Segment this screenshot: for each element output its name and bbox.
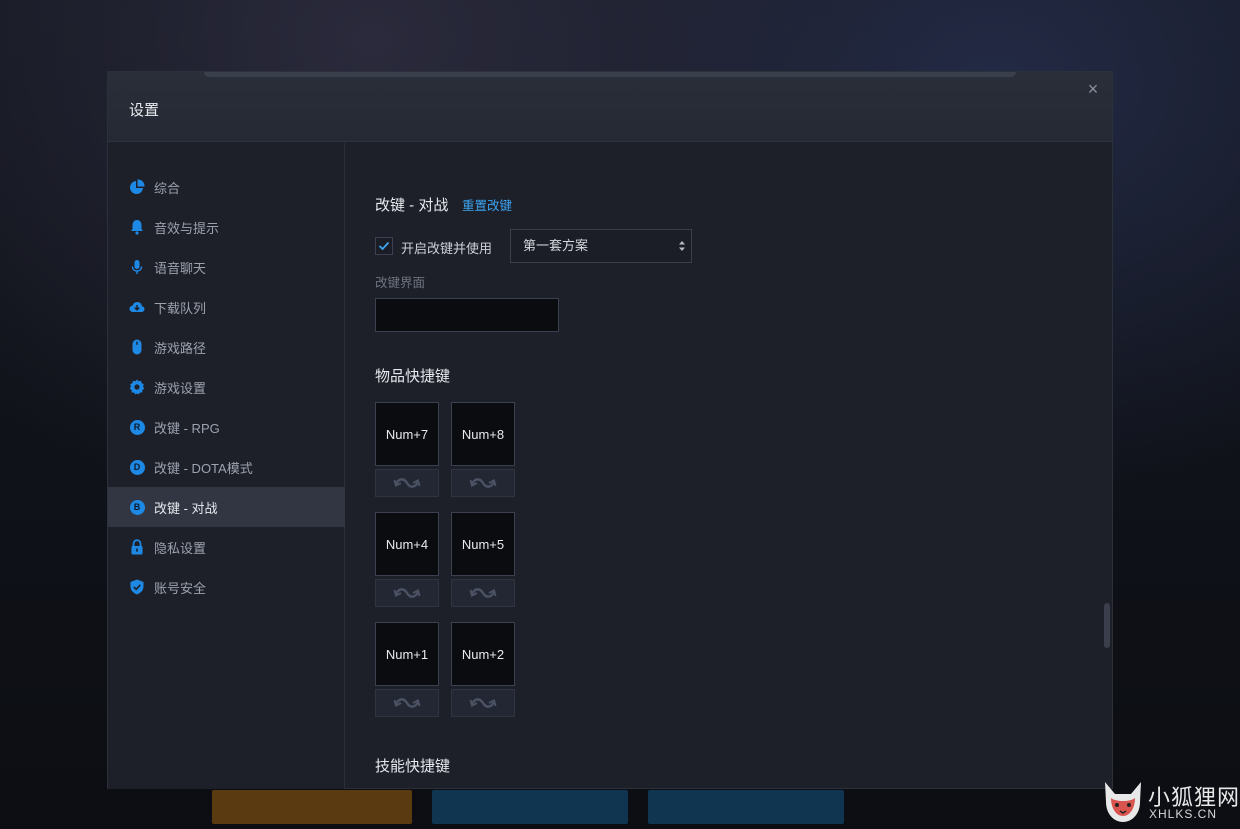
items-hotkeys-title: 物品快捷键: [375, 368, 451, 385]
item-hotkey-slot[interactable]: Num+7: [375, 402, 439, 466]
dialog-title: 设置: [129, 102, 160, 119]
item-hotkey-slot[interactable]: Num+1: [375, 622, 439, 686]
section-title: 改键 - 对战: [375, 197, 449, 214]
swap-arrows-icon: [469, 478, 497, 488]
skills-hotkeys-title: 技能快捷键: [375, 758, 451, 775]
swap-key-button[interactable]: [375, 689, 439, 717]
swap-arrows-icon: [469, 588, 497, 598]
mouse-icon: [129, 339, 145, 355]
swap-key-button[interactable]: [451, 689, 515, 717]
check-icon: [378, 241, 390, 251]
sidebar-item-label: 游戏路径: [154, 340, 207, 356]
sidebar-item-label: 改键 - RPG: [154, 420, 220, 436]
dialog-header: 设置 ×: [108, 72, 1112, 142]
sidebar-item-label: 改键 - 对战: [154, 500, 218, 516]
background-button: [648, 790, 844, 824]
settings-dialog: 设置 × 综合 音效与提示 语音聊天 下载队列 游戏路径 游戏设置 R 改键 -…: [107, 71, 1113, 789]
watermark: 小狐狸网 XHLKS.CN: [1100, 776, 1240, 829]
sidebar-item-label: 游戏设置: [154, 380, 207, 396]
selected-scheme: 第一套方案: [523, 238, 589, 253]
sidebar-item-game-path[interactable]: 游戏路径: [108, 327, 345, 367]
sidebar-item-keymap-dota[interactable]: D 改键 - DOTA模式: [108, 447, 345, 487]
close-button[interactable]: ×: [1084, 80, 1102, 98]
sidebar-item-label: 综合: [154, 180, 181, 196]
swap-key-button[interactable]: [375, 579, 439, 607]
letter-d-icon: D: [129, 459, 145, 475]
shield-icon: [129, 579, 145, 595]
letter-b-icon: B: [129, 499, 145, 515]
header-strip: [204, 72, 1016, 77]
sidebar-item-label: 语音聊天: [154, 260, 207, 276]
swap-key-button[interactable]: [375, 469, 439, 497]
updown-arrows-icon: [679, 241, 685, 251]
sidebar-item-label: 改键 - DOTA模式: [154, 460, 253, 476]
content-scrollbar[interactable]: [1104, 603, 1110, 648]
swap-key-button[interactable]: [451, 579, 515, 607]
background-button: [212, 790, 412, 824]
item-hotkey-slot[interactable]: Num+4: [375, 512, 439, 576]
sidebar-item-keymap-rpg[interactable]: R 改键 - RPG: [108, 407, 345, 447]
microphone-icon: [129, 259, 145, 275]
letter-r-icon: R: [129, 419, 145, 435]
item-hotkey-slot[interactable]: Num+5: [451, 512, 515, 576]
swap-arrows-icon: [469, 698, 497, 708]
keymap-scheme-select[interactable]: 第一套方案: [510, 229, 692, 263]
swap-arrows-icon: [393, 478, 421, 488]
item-hotkey-slot[interactable]: Num+2: [451, 622, 515, 686]
sidebar-item-sound[interactable]: 音效与提示: [108, 207, 345, 247]
sidebar-item-keymap-battle[interactable]: B 改键 - 对战: [108, 487, 345, 527]
sidebar-item-label: 音效与提示: [154, 220, 220, 236]
cloud-download-icon: [129, 299, 145, 315]
sidebar-item-game-settings[interactable]: 游戏设置: [108, 367, 345, 407]
fox-logo-icon: [1105, 782, 1141, 822]
sidebar-item-voice-chat[interactable]: 语音聊天: [108, 247, 345, 287]
background-button: [432, 790, 628, 824]
settings-sidebar: 综合 音效与提示 语音聊天 下载队列 游戏路径 游戏设置 R 改键 - RPG …: [108, 143, 345, 789]
swap-arrows-icon: [393, 698, 421, 708]
keymap-interface-input[interactable]: [375, 298, 559, 332]
bell-icon: [129, 219, 145, 235]
sidebar-item-label: 账号安全: [154, 580, 207, 596]
lock-icon: [129, 539, 145, 555]
swap-arrows-icon: [393, 588, 421, 598]
enable-keymap-label: 开启改键并使用: [401, 241, 493, 256]
swap-key-button[interactable]: [451, 469, 515, 497]
settings-content: 改键 - 对战 重置改键 开启改键并使用 第一套方案 改键界面 物品快捷键 Nu…: [346, 143, 1112, 789]
item-hotkey-slot[interactable]: Num+8: [451, 402, 515, 466]
sidebar-item-download-queue[interactable]: 下载队列: [108, 287, 345, 327]
sidebar-item-general[interactable]: 综合: [108, 167, 345, 207]
sidebar-item-privacy[interactable]: 隐私设置: [108, 527, 345, 567]
sidebar-item-account-security[interactable]: 账号安全: [108, 567, 345, 607]
sidebar-item-label: 隐私设置: [154, 540, 207, 556]
watermark-domain: XHLKS.CN: [1149, 807, 1218, 821]
sidebar-item-label: 下载队列: [154, 300, 207, 316]
reset-keymap-link[interactable]: 重置改键: [462, 195, 512, 214]
gear-icon: [129, 379, 145, 395]
enable-keymap-checkbox[interactable]: [375, 237, 393, 255]
keymap-interface-label: 改键界面: [375, 276, 426, 290]
pie-chart-icon: [129, 179, 145, 195]
